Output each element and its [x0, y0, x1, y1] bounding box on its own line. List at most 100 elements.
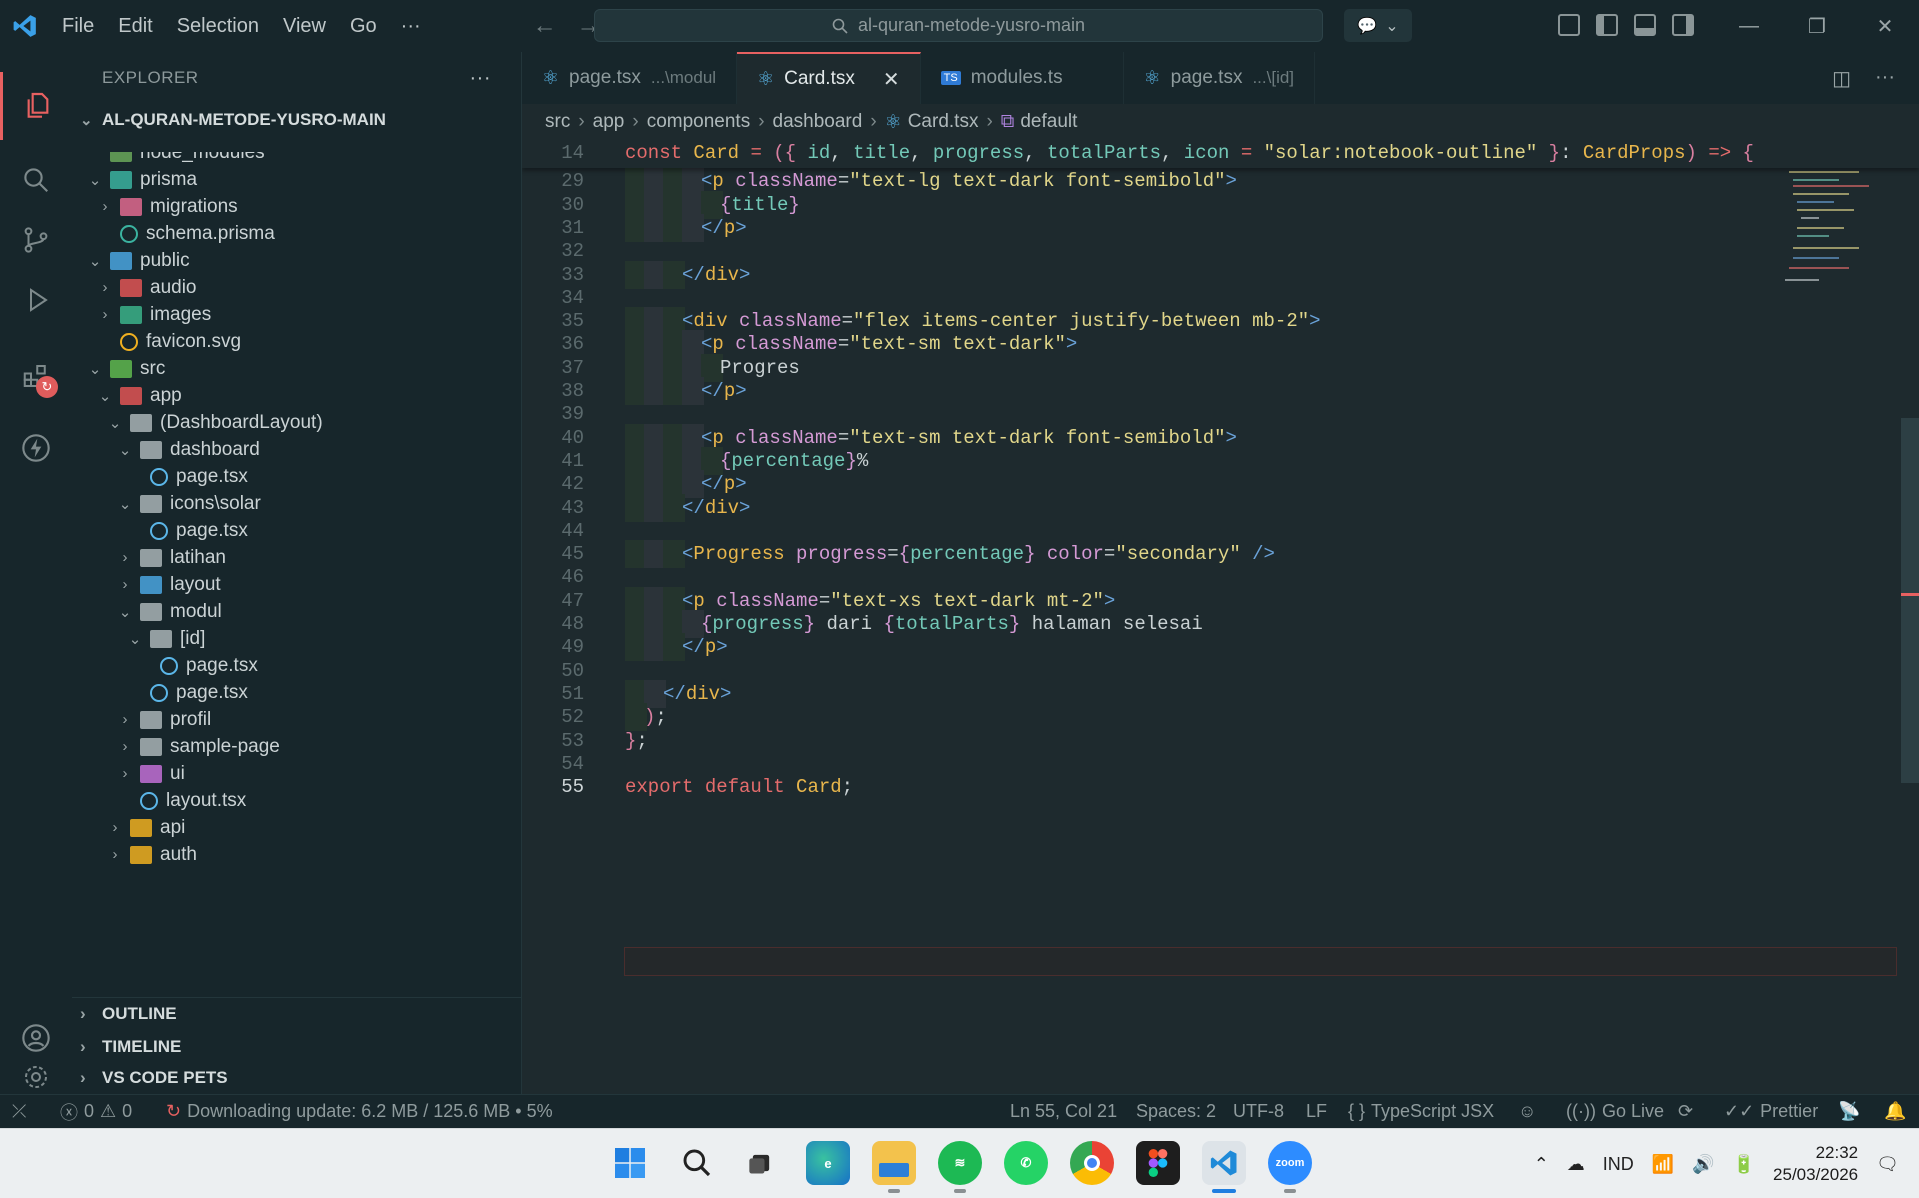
clock-time: 22:32 — [1815, 1143, 1859, 1162]
explorer-icon[interactable] — [0, 72, 72, 140]
thunder-client-icon[interactable] — [0, 414, 72, 482]
code-line[interactable]: 55 export default Card; — [522, 773, 1892, 801]
tab-page-id[interactable]: ⚛ page.tsx ...\[id] — [1124, 52, 1316, 104]
cursor-position[interactable]: Ln 55, Col 21 — [1010, 1101, 1117, 1122]
code-editor[interactable]: 14 const Card = ({ id, title, progress, t… — [522, 138, 1919, 1094]
copilot-button[interactable]: 💬 ⌄ — [1344, 9, 1412, 42]
menu-go[interactable]: Go — [338, 15, 389, 38]
minimize-icon[interactable]: — — [1715, 0, 1783, 52]
sticky-scroll-line[interactable]: 14 const Card = ({ id, title, progress, t… — [522, 138, 1919, 168]
toggle-panel-icon[interactable] — [1634, 14, 1656, 36]
edge-browser-icon[interactable]: e — [806, 1141, 850, 1185]
menu-edit[interactable]: Edit — [106, 15, 164, 38]
menu-more[interactable]: ··· — [389, 15, 433, 38]
code-token: > — [1103, 589, 1116, 612]
code-token: className — [735, 426, 838, 449]
tab-card[interactable]: ⚛ Card.tsx ✕ — [737, 52, 921, 104]
breadcrumb-default[interactable]: default — [1020, 111, 1077, 133]
folder-icon — [140, 494, 162, 513]
command-center-search[interactable]: al-quran-metode-yusro-main — [594, 9, 1323, 42]
close-window-icon[interactable]: ✕ — [1851, 0, 1919, 52]
back-arrow-icon[interactable]: ← — [533, 12, 557, 40]
workspace-root[interactable]: ⌄ AL-QURAN-METODE-YUSRO-MAIN — [72, 104, 521, 136]
menu-file[interactable]: File — [50, 15, 106, 38]
line-number: 39 — [561, 403, 584, 426]
toggle-secondary-sidebar-icon[interactable] — [1672, 14, 1694, 36]
start-windows-icon[interactable] — [608, 1141, 652, 1185]
taskbar-search-icon[interactable] — [675, 1141, 719, 1185]
breadcrumb-src[interactable]: src — [545, 111, 570, 133]
battery-icon[interactable]: 🔋 — [1733, 1154, 1755, 1175]
file-explorer-icon[interactable] — [872, 1141, 916, 1185]
code-text: </p> — [682, 636, 728, 658]
symbol-icon: ⧉ — [1000, 111, 1015, 132]
end-of-line[interactable]: LF — [1306, 1101, 1327, 1122]
notification-center-icon[interactable]: 🗨 — [1876, 1154, 1899, 1175]
tree-item-label: page.tsx — [176, 465, 248, 487]
toggle-sidebar-icon[interactable] — [1596, 14, 1618, 36]
breadcrumb-dashboard[interactable]: dashboard — [773, 111, 863, 133]
minimap[interactable] — [1779, 138, 1889, 338]
tree-item-label: app — [150, 384, 182, 406]
language-mode[interactable]: { } TypeScript JSX — [1348, 1101, 1494, 1122]
extensions-icon[interactable]: ↻ — [0, 342, 72, 410]
breadcrumb-card[interactable]: Card.tsx — [908, 111, 979, 133]
zoom-icon[interactable]: zoom — [1268, 1141, 1312, 1185]
breadcrumb-app[interactable]: app — [593, 111, 625, 133]
more-actions-icon[interactable]: ··· — [1875, 66, 1895, 91]
close-tab-icon[interactable]: ✕ — [883, 67, 900, 92]
vscode-logo-icon — [0, 0, 50, 52]
line-number: 32 — [561, 240, 584, 263]
tab-modules[interactable]: TS modules.ts — [921, 52, 1124, 104]
antenna-icon[interactable]: 📡 — [1838, 1101, 1860, 1122]
code-text: <div className="flex items-center justif… — [682, 310, 1321, 332]
figma-icon[interactable] — [1136, 1141, 1180, 1185]
onedrive-error-icon[interactable]: ☁ — [1567, 1154, 1585, 1175]
settings-gear-icon[interactable] — [0, 1062, 72, 1092]
tab-page-modul[interactable]: ⚛ page.tsx ...\modul — [522, 52, 738, 104]
problems-indicator[interactable]: ⓧ 0 ⚠ 0 — [60, 1099, 132, 1125]
sync-settings-icon[interactable]: ⟳ — [1678, 1101, 1693, 1122]
task-view-icon[interactable] — [739, 1141, 783, 1185]
vscode-pets-section[interactable]: › VS CODE PETS — [72, 1061, 521, 1094]
code-token: p — [723, 380, 736, 402]
split-editor-icon[interactable]: ◫ — [1832, 66, 1851, 91]
copilot-status-icon[interactable]: ☺ — [1518, 1101, 1536, 1122]
menu-view[interactable]: View — [271, 15, 338, 38]
timeline-section[interactable]: › TIMELINE — [72, 1030, 521, 1063]
prettier-status[interactable]: ✓✓ Prettier — [1724, 1101, 1818, 1122]
search-view-icon[interactable] — [0, 146, 72, 214]
code-token: p — [712, 170, 736, 193]
input-language[interactable]: IND — [1603, 1154, 1634, 1175]
show-hidden-icons-chevron-icon[interactable]: ⌃ — [1534, 1154, 1549, 1175]
restore-icon[interactable]: ❐ — [1783, 0, 1851, 52]
code-token: dari — [826, 613, 884, 635]
code-token: ) — [644, 706, 656, 729]
tree-item[interactable]: › auth — [72, 838, 521, 871]
tab-label: page.tsx — [569, 67, 641, 88]
encoding[interactable]: UTF-8 — [1233, 1101, 1284, 1122]
run-debug-icon[interactable] — [0, 266, 72, 334]
whatsapp-icon[interactable]: ✆ — [1004, 1141, 1048, 1185]
code-token: </ — [663, 682, 686, 705]
more-actions-icon[interactable]: ··· — [470, 67, 491, 90]
spotify-icon[interactable]: ≋ — [938, 1141, 982, 1185]
wifi-icon[interactable]: 📶 — [1652, 1154, 1674, 1175]
vscode-taskbar-icon[interactable] — [1202, 1141, 1246, 1185]
remote-icon[interactable]: ⤫ — [12, 1101, 26, 1122]
breadcrumb-components[interactable]: components — [647, 111, 751, 133]
go-live-button[interactable]: ((·)) Go Live — [1566, 1101, 1664, 1122]
notifications-bell-icon[interactable]: 🔔 — [1884, 1101, 1906, 1122]
outline-section[interactable]: › OUTLINE — [72, 997, 521, 1030]
indentation[interactable]: Spaces: 2 — [1136, 1101, 1216, 1122]
customize-layout-icon[interactable] — [1558, 14, 1580, 36]
menu-selection[interactable]: Selection — [165, 15, 271, 38]
source-control-icon[interactable] — [0, 206, 72, 274]
code-token: ; — [655, 706, 667, 729]
update-progress[interactable]: ↻ Downloading update: 6.2 MB / 125.6 MB … — [166, 1101, 553, 1122]
volume-icon[interactable]: 🔊 — [1692, 1154, 1714, 1175]
clock[interactable]: 22:32 25/03/2026 — [1773, 1142, 1858, 1186]
file-tree: node_modules ⌄ prisma › migrations schema.pri… — [72, 152, 521, 1042]
chrome-icon[interactable] — [1070, 1141, 1114, 1185]
vertical-scrollbar[interactable] — [1901, 418, 1919, 783]
